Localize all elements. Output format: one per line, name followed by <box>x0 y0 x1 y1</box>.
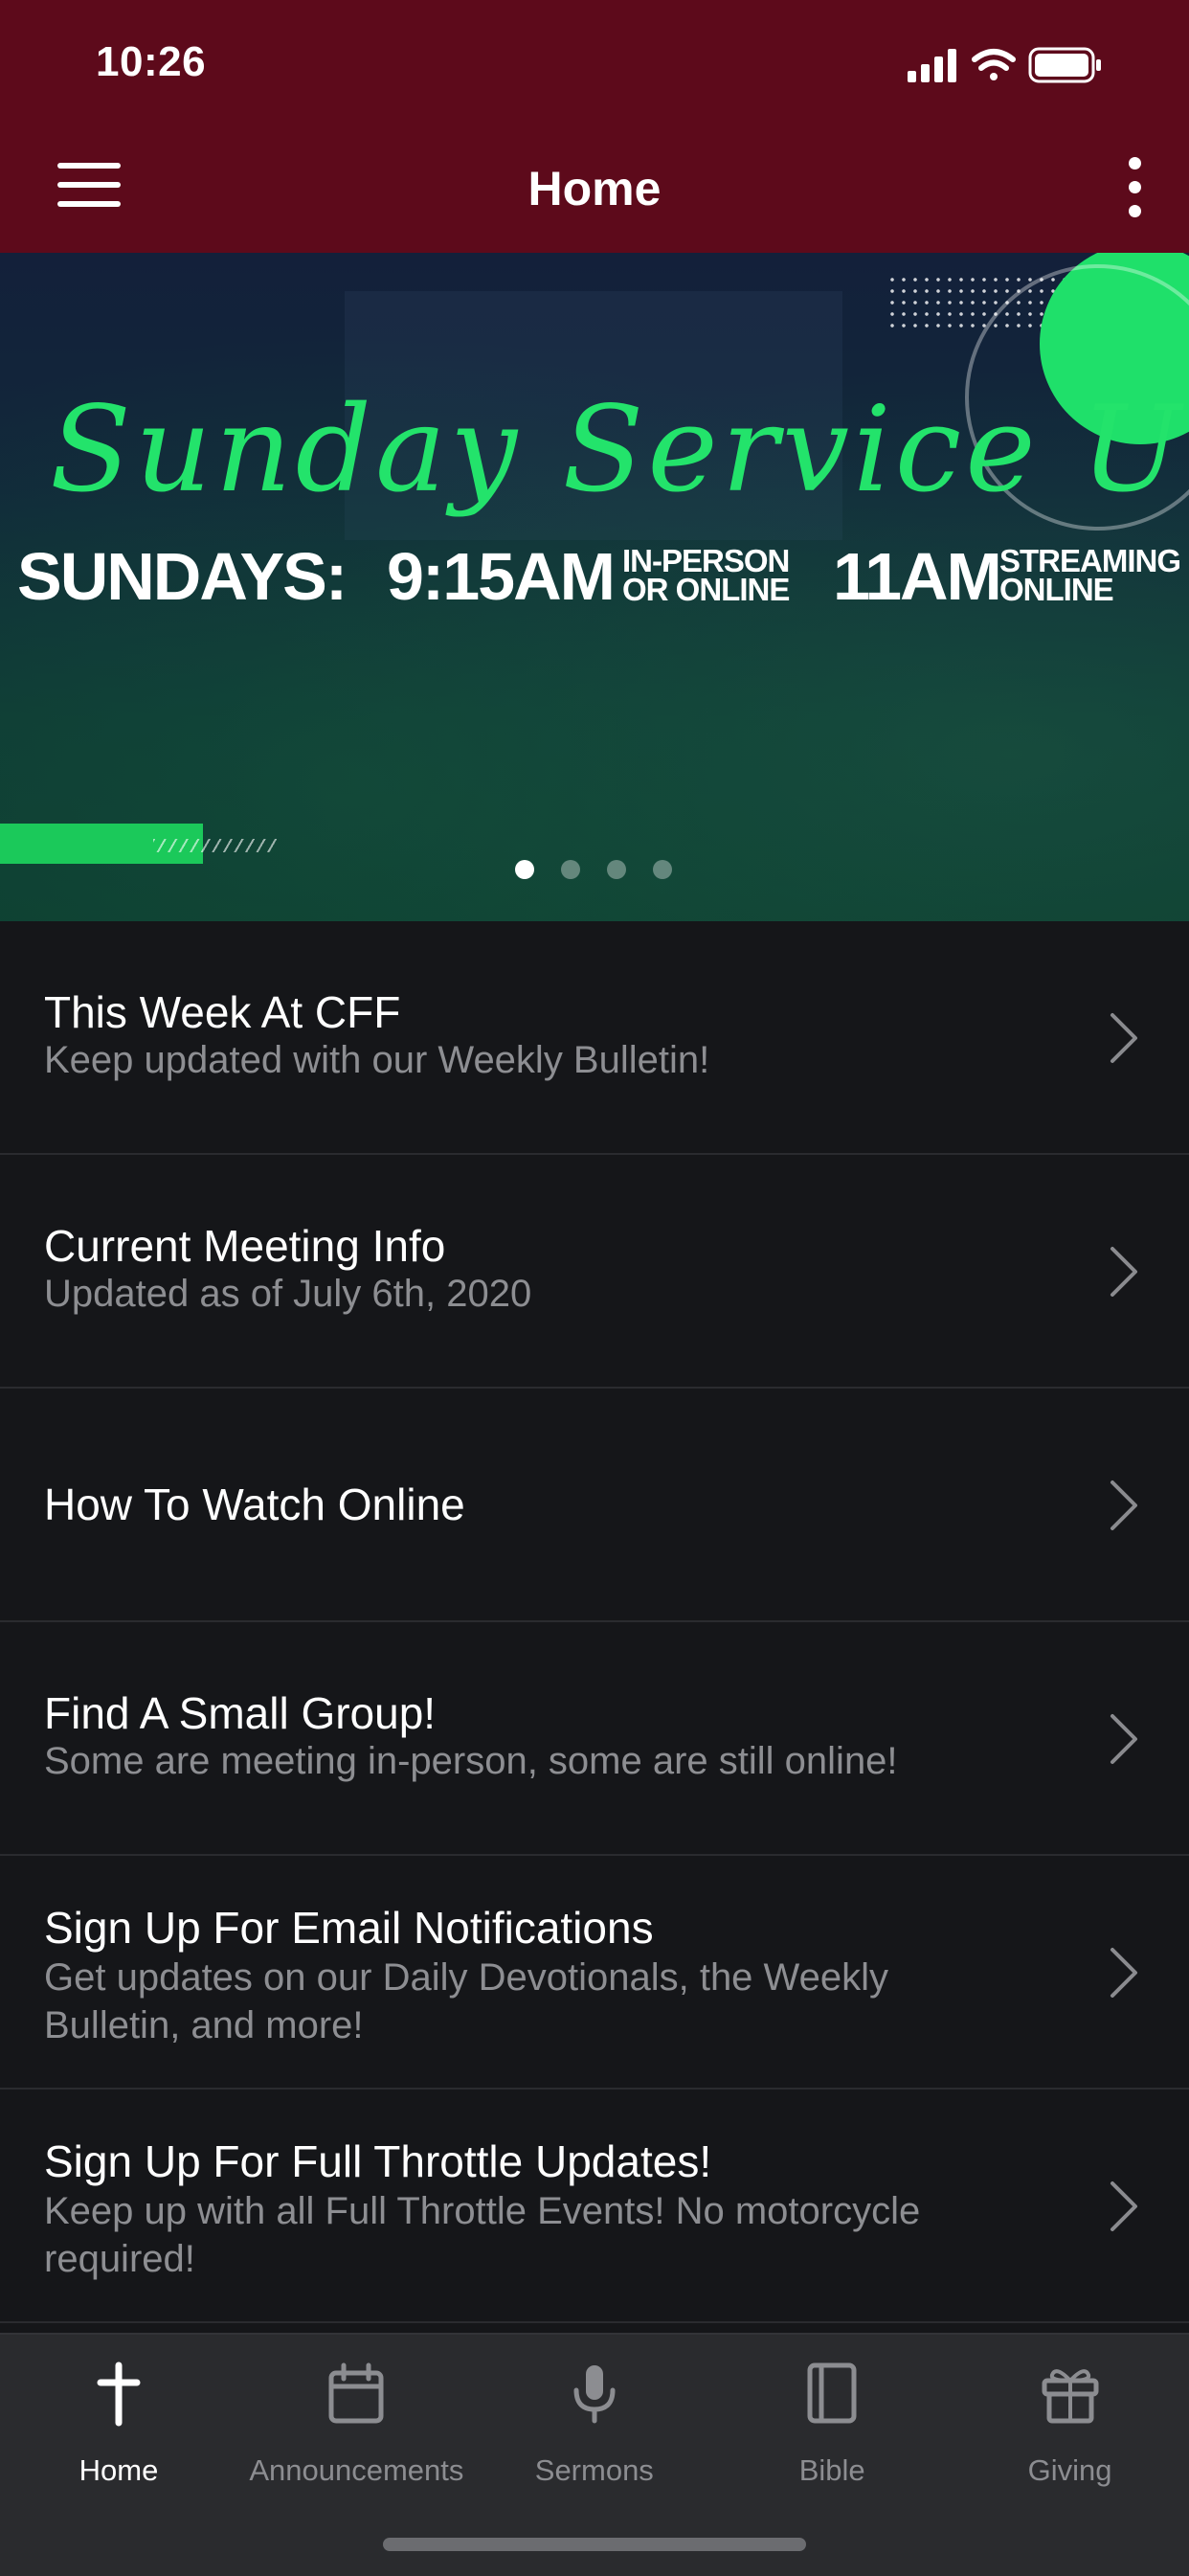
tab-bible[interactable]: Bible <box>713 2335 951 2497</box>
calendar-icon <box>328 2362 384 2424</box>
tab-label: Giving <box>1027 2453 1112 2487</box>
schedule-note-2b: ONLINE <box>999 572 1114 607</box>
chevron-right-icon <box>1110 1480 1137 1530</box>
list-item-title: Sign Up For Email Notifications <box>44 1903 654 1953</box>
wifi-icon <box>972 49 1016 80</box>
home-list: This Week At CFF Keep updated with our We… <box>0 921 1189 2323</box>
pager-dot[interactable] <box>607 860 626 879</box>
list-item-title: Find A Small Group! <box>44 1688 437 1738</box>
microphone-icon <box>573 2365 616 2424</box>
chevron-right-icon <box>1110 2181 1137 2231</box>
banner-script-title: Sunday Service Update <box>50 381 1189 519</box>
pager-dot[interactable] <box>653 860 672 879</box>
gift-icon <box>1042 2369 1099 2424</box>
page-title: Home <box>527 162 662 215</box>
list-item-subtitle: Get updates on our Daily Devotionals, th… <box>44 1956 888 2046</box>
pager-dot[interactable] <box>561 860 580 879</box>
pager-dot[interactable] <box>515 860 534 879</box>
book-icon <box>807 2362 857 2424</box>
chevron-right-icon <box>1110 1013 1137 1063</box>
list-item-sign-up-for-email-notifications[interactable]: Sign Up For Email Notifications Get updat… <box>0 1856 1189 2090</box>
schedule-note-1b: OR ONLINE <box>622 572 790 607</box>
schedule-time-2: 11AM <box>833 539 1002 614</box>
list-item-sign-up-for-full-throttle-updates[interactable]: Sign Up For Full Throttle Updates! Keep u… <box>0 2090 1189 2323</box>
chevron-right-icon <box>1110 1948 1137 1998</box>
list-item-title: Current Meeting Info <box>44 1221 446 1271</box>
chevron-right-icon <box>1110 1247 1137 1297</box>
battery-icon <box>1028 47 1101 83</box>
list-item-how-to-watch-online[interactable]: How To Watch Online <box>0 1389 1189 1622</box>
schedule-prefix: SUNDAYS: <box>17 539 348 614</box>
list-item-title: Sign Up For Full Throttle Updates! <box>44 2136 712 2186</box>
tab-label: Sermons <box>534 2453 654 2487</box>
list-item-subtitle: Some are meeting in-person, some are sti… <box>44 1740 898 1782</box>
list-item-current-meeting-info[interactable]: Current Meeting Info Updated as of July 6… <box>0 1155 1189 1389</box>
chevron-right-icon <box>1110 1714 1137 1764</box>
tab-home[interactable]: Home <box>0 2335 237 2497</box>
top-bar: 10:26 Home <box>0 0 1189 253</box>
home-indicator <box>383 2538 806 2551</box>
tab-label: Home <box>79 2453 159 2487</box>
tab-sermons[interactable]: Sermons <box>476 2335 713 2497</box>
cross-icon <box>97 2361 141 2427</box>
status-time: 10:26 <box>96 38 207 85</box>
status-icons <box>908 47 1101 83</box>
banner-carousel[interactable]: Sunday Service Update SUNDAYS: 9:15AM IN… <box>0 253 1189 921</box>
tab-giving[interactable]: Giving <box>952 2335 1189 2497</box>
signal-icon <box>908 49 956 82</box>
list-item-subtitle: Updated as of July 6th, 2020 <box>44 1273 532 1315</box>
tab-announcements[interactable]: Announcements <box>237 2335 475 2497</box>
list-item-title: This Week At CFF <box>44 987 401 1037</box>
list-item-subtitle: Keep up with all Full Throttle Events! N… <box>44 2190 921 2280</box>
tab-label: Announcements <box>249 2453 464 2487</box>
tab-label: Bible <box>798 2453 865 2487</box>
list-item-this-week-at-cff[interactable]: This Week At CFF Keep updated with our We… <box>0 921 1189 1155</box>
list-item-subtitle: Keep updated with our Weekly Bulletin! <box>44 1039 710 1081</box>
schedule-time-1: 9:15AM <box>387 539 616 614</box>
list-item-find-a-small-group[interactable]: Find A Small Group! Some are meeting in-p… <box>0 1622 1189 1856</box>
more-options-icon[interactable] <box>1124 157 1147 218</box>
list-item-title: How To Watch Online <box>44 1480 465 1529</box>
